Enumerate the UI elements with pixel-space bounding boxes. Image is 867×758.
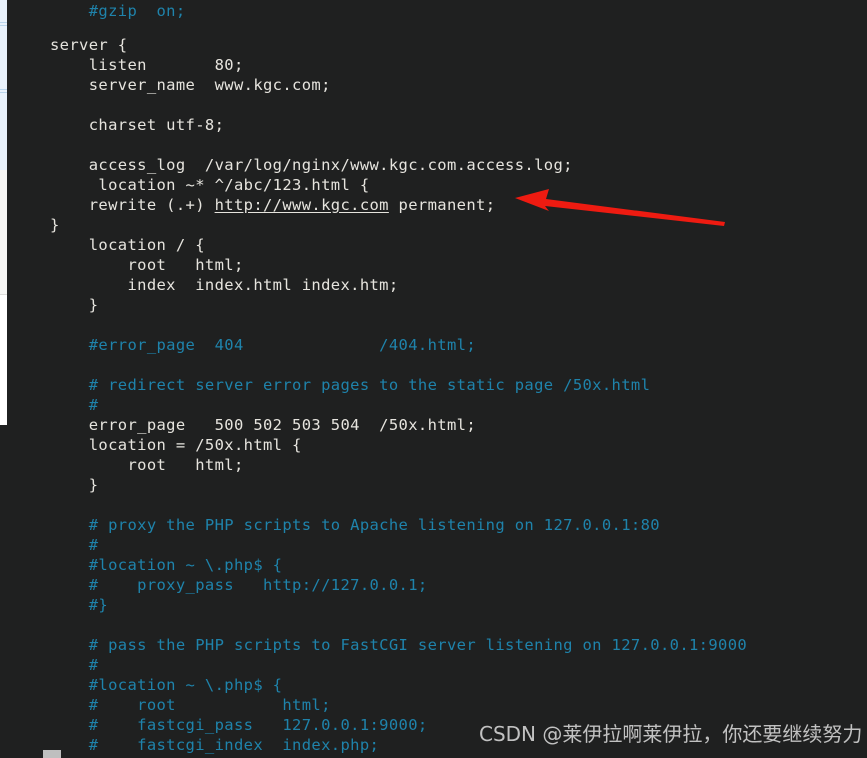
code-line-text: permanent;: [388, 196, 496, 214]
code-line-text: server_name www.kgc.com;: [50, 76, 331, 94]
comment-text: #}: [50, 596, 109, 614]
code-line[interactable]: charset utf-8;: [50, 115, 224, 135]
code-line[interactable]: #location ~ \.php$ {: [50, 675, 282, 695]
code-line[interactable]: location ~* ^/abc/123.html {: [50, 175, 370, 195]
code-line[interactable]: #: [50, 395, 98, 415]
code-line-text: root html;: [50, 256, 244, 274]
code-line[interactable]: access_log /var/log/nginx/www.kgc.com.ac…: [50, 155, 573, 175]
comment-text: #gzip on;: [50, 2, 186, 20]
code-line[interactable]: # root html;: [50, 695, 331, 715]
comment-text: # fastcgi_pass 127.0.0.1:9000;: [50, 716, 428, 734]
code-line-text: listen 80;: [50, 56, 244, 74]
code-line-text: }: [50, 296, 99, 314]
code-line[interactable]: #error_page 404 /404.html;: [50, 335, 476, 355]
code-line[interactable]: # proxy the PHP scripts to Apache listen…: [50, 515, 660, 535]
url-link[interactable]: http://www.kgc.com: [215, 196, 389, 214]
code-line-text: rewrite (.+): [50, 196, 215, 214]
code-line[interactable]: #location ~ \.php$ {: [50, 555, 282, 575]
code-line[interactable]: }: [50, 295, 98, 315]
code-line[interactable]: }: [50, 215, 60, 235]
code-line[interactable]: location = /50x.html {: [50, 435, 302, 455]
code-editor-window: #gzip on; server { listen 80; server_name…: [0, 0, 867, 758]
code-line-text: }: [50, 216, 60, 234]
comment-text: #location ~ \.php$ {: [50, 556, 283, 574]
code-line-text: error_page 500 502 503 504 /50x.html;: [50, 416, 476, 434]
comment-text: #location ~ \.php$ {: [50, 676, 283, 694]
comment-text: #: [50, 536, 99, 554]
comment-text: # redirect server error pages to the sta…: [50, 376, 651, 394]
code-line[interactable]: rewrite (.+) http://www.kgc.com permanen…: [50, 195, 495, 215]
code-line[interactable]: location / {: [50, 235, 205, 255]
comment-text: # fastcgi_index index.php;: [50, 736, 380, 754]
code-line-text: access_log /var/log/nginx/www.kgc.com.ac…: [50, 156, 573, 174]
code-line-text: root html;: [50, 456, 244, 474]
code-line[interactable]: server_name www.kgc.com;: [50, 75, 331, 95]
code-line[interactable]: # fastcgi_index index.php;: [50, 735, 379, 755]
code-line[interactable]: #gzip on;: [50, 1, 186, 21]
comment-text: #error_page 404 /404.html;: [50, 336, 476, 354]
code-line[interactable]: root html;: [50, 455, 244, 475]
comment-text: # root html;: [50, 696, 331, 714]
csdn-watermark: CSDN @莱伊拉啊莱伊拉，你还要继续努力: [479, 722, 863, 746]
code-line[interactable]: # redirect server error pages to the sta…: [50, 375, 650, 395]
code-line-text: }: [50, 476, 99, 494]
code-line[interactable]: #: [50, 535, 98, 555]
bottom-left-marker: [43, 750, 61, 758]
code-line[interactable]: #}: [50, 595, 108, 615]
comment-text: #: [50, 396, 99, 414]
code-line-text: charset utf-8;: [50, 116, 225, 134]
code-line[interactable]: index index.html index.htm;: [50, 275, 399, 295]
code-content[interactable]: #gzip on; server { listen 80; server_name…: [0, 0, 867, 758]
comment-text: #: [50, 656, 99, 674]
code-line-text: location / {: [50, 236, 205, 254]
code-line[interactable]: listen 80;: [50, 55, 244, 75]
code-line[interactable]: root html;: [50, 255, 244, 275]
code-line-text: index index.html index.htm;: [50, 276, 399, 294]
code-line[interactable]: error_page 500 502 503 504 /50x.html;: [50, 415, 476, 435]
code-line[interactable]: # fastcgi_pass 127.0.0.1:9000;: [50, 715, 428, 735]
comment-text: # pass the PHP scripts to FastCGI server…: [50, 636, 748, 654]
code-line-text: location = /50x.html {: [50, 436, 302, 454]
code-line[interactable]: server {: [50, 35, 127, 55]
code-line-text: location ~* ^/abc/123.html {: [50, 176, 370, 194]
code-line[interactable]: }: [50, 475, 98, 495]
comment-text: # proxy the PHP scripts to Apache listen…: [50, 516, 660, 534]
code-line[interactable]: # proxy_pass http://127.0.0.1;: [50, 575, 428, 595]
comment-text: # proxy_pass http://127.0.0.1;: [50, 576, 428, 594]
code-line[interactable]: #: [50, 655, 98, 675]
code-line-text: server {: [50, 36, 128, 54]
code-line[interactable]: # pass the PHP scripts to FastCGI server…: [50, 635, 747, 655]
